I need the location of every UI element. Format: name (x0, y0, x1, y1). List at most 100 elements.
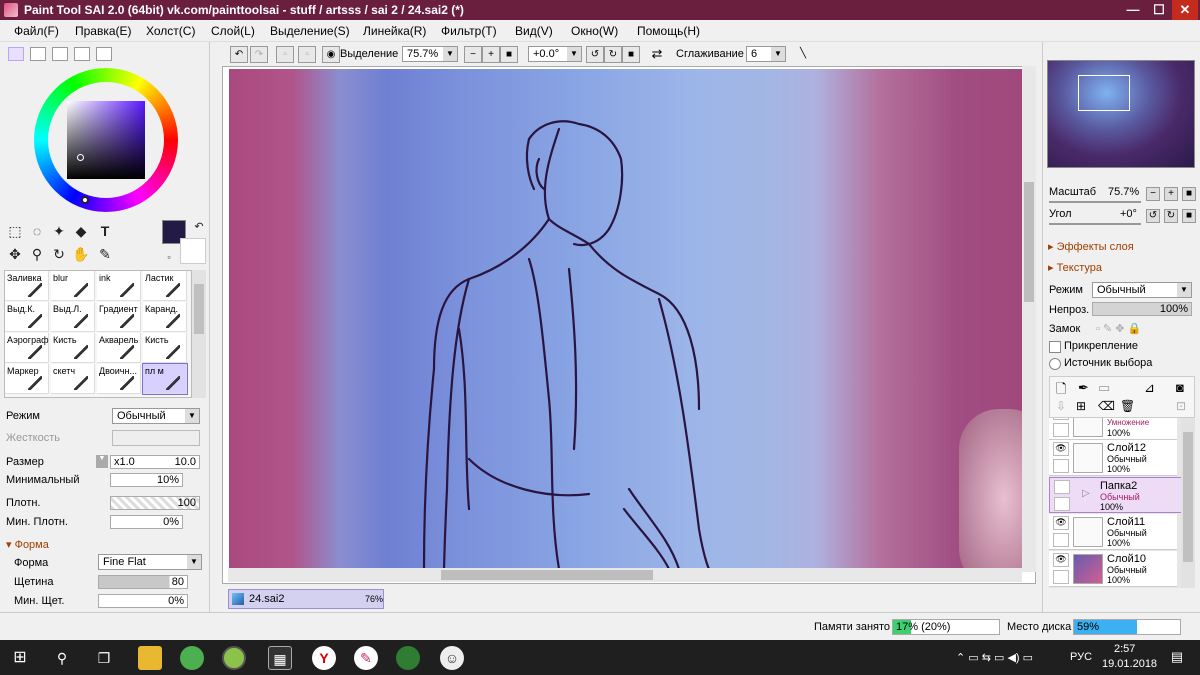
zoom-out-icon[interactable]: − (464, 46, 482, 63)
layer-item[interactable]: 👁 Слой10 Обычный 100% (1049, 551, 1177, 587)
nav-zoom-slider[interactable] (1049, 201, 1141, 203)
layer-mode-select[interactable]: Обычный ▼ (1092, 282, 1192, 298)
scrollbar-thumb[interactable] (1183, 432, 1193, 562)
min-bristle-field[interactable]: 0% (98, 594, 188, 608)
layer-lock-toggle[interactable] (1053, 459, 1069, 473)
zoom-icon[interactable]: ⚲ (28, 245, 46, 263)
clock-time[interactable]: 2:57 (1114, 643, 1135, 655)
nav-rotate-reset-icon[interactable]: ■ (1182, 209, 1196, 223)
rotate-reset-icon[interactable]: ■ (622, 46, 640, 63)
min-density-field[interactable]: 0% (110, 515, 183, 529)
menu-selection[interactable]: Выделение(S) (270, 24, 350, 38)
brush-slot[interactable]: Двоичн... (97, 364, 141, 394)
selection-source-radio[interactable] (1049, 358, 1061, 370)
menu-canvas[interactable]: Холст(C) (146, 24, 195, 38)
brush-slot[interactable]: Каранд. (143, 302, 187, 332)
visibility-toggle[interactable] (1054, 480, 1070, 494)
vertical-scrollbar[interactable] (1022, 66, 1036, 572)
brush-slot[interactable]: Ластик (143, 271, 187, 301)
layer-mask-icon[interactable]: ⊡ (1176, 399, 1186, 413)
canvas-area[interactable] (222, 66, 1036, 584)
eyedropper-icon[interactable]: ✎ (96, 245, 114, 263)
scratchpad-tab-icon[interactable] (96, 47, 112, 61)
layer-item[interactable]: 👁 Слой12 Обычный 100% (1049, 440, 1177, 476)
menu-file[interactable]: Файл(F) (14, 24, 59, 38)
menu-help[interactable]: Помощь(H) (637, 24, 700, 38)
minimize-button[interactable]: — (1120, 0, 1146, 20)
file-explorer-icon[interactable] (138, 646, 162, 670)
windows-start-icon[interactable]: ⊞ (8, 646, 32, 670)
brush-slot[interactable]: Аэрограф (5, 333, 49, 363)
yandex-browser-icon[interactable]: Y (312, 646, 336, 670)
close-button[interactable]: ✕ (1172, 0, 1198, 20)
lasso-icon[interactable]: ◌ (28, 222, 46, 240)
swatches-tab-icon[interactable] (74, 47, 90, 61)
brush-slot[interactable]: Градиент (97, 302, 141, 332)
search-icon[interactable]: ⚲ (50, 646, 74, 670)
notifications-icon[interactable]: ▤ (1166, 646, 1188, 668)
eye-icon[interactable]: 👁 (1053, 516, 1069, 530)
menu-view[interactable]: Вид(V) (515, 24, 553, 38)
layer-lock-toggle[interactable] (1053, 423, 1069, 437)
task-view-icon[interactable]: ❐ (92, 646, 116, 670)
clear-layer-icon[interactable]: ⌫ (1098, 399, 1115, 413)
nav-zoom-out-icon[interactable]: − (1146, 187, 1160, 201)
size-dropdown-icon[interactable]: ▼ (96, 455, 108, 468)
layer-folder-item[interactable]: ▷ Папка2 Обычный 100% (1049, 477, 1195, 513)
shape-icon[interactable]: ◆ (72, 222, 90, 240)
app-icon[interactable] (222, 646, 246, 670)
flip-horizontal-icon[interactable]: ⇄ (648, 46, 666, 63)
eye-icon[interactable]: 👁 (1053, 442, 1069, 456)
brush-slot[interactable]: скетч (51, 364, 95, 394)
zoom-select[interactable]: 75.7% ▼ (402, 46, 458, 62)
hand-icon[interactable]: ✋ (72, 245, 90, 263)
angle-select[interactable]: +0.0° ▼ (528, 46, 582, 62)
hardness-selector[interactable] (112, 430, 200, 446)
lock-icons[interactable]: ▫ ✎ ✥ 🔒 (1096, 322, 1141, 335)
rotate-icon[interactable]: ↻ (50, 245, 68, 263)
scrollbar-thumb[interactable] (441, 570, 653, 580)
merge-down-icon[interactable]: ⊞ (1076, 399, 1086, 413)
zoom-in-icon[interactable]: + (482, 46, 500, 63)
size-field[interactable]: x1.0 10.0 (110, 455, 200, 469)
brush-slot[interactable]: Заливка (5, 271, 49, 301)
brush-slot[interactable]: ink (97, 271, 141, 301)
color-wheel-tab-icon[interactable] (8, 47, 24, 61)
opacity-field[interactable]: 100% (1092, 302, 1192, 316)
menu-filter[interactable]: Фильтр(T) (441, 24, 497, 38)
pen-icon[interactable] (1054, 497, 1070, 511)
navigator-viewport[interactable] (1078, 75, 1130, 111)
brush-slot[interactable]: Акварель (97, 333, 141, 363)
delete-layer-icon[interactable]: 🗑 (1120, 399, 1135, 413)
brush-slot[interactable]: blur (51, 271, 95, 301)
zoom-reset-icon[interactable]: ■ (500, 46, 518, 63)
brush-palette-scrollbar[interactable] (192, 270, 206, 398)
new-folder-icon[interactable]: ▭ (1098, 380, 1110, 396)
invert-selection-icon[interactable]: ▫ (298, 46, 316, 63)
artwork-canvas[interactable] (229, 69, 1023, 569)
move-icon[interactable]: ✥ (6, 245, 24, 263)
visibility-toggle[interactable] (1053, 418, 1069, 420)
menu-ruler[interactable]: Линейка(R) (363, 24, 426, 38)
horizontal-scrollbar[interactable] (228, 568, 1022, 582)
brush-slot[interactable]: Кисть (51, 333, 95, 363)
shape-select[interactable]: Fine Flat ▼ (98, 554, 202, 570)
density-field[interactable]: 100 (110, 496, 200, 510)
text-tool-icon[interactable]: T (96, 222, 114, 240)
layer-lock-toggle[interactable] (1053, 533, 1069, 547)
layer-item[interactable]: Умножение 100% (1049, 418, 1177, 440)
saturation-value-square[interactable] (67, 101, 145, 179)
rotate-ccw-icon[interactable]: ↺ (586, 46, 604, 63)
layer-lock-toggle[interactable] (1053, 570, 1069, 584)
scrollbar-thumb[interactable] (194, 284, 204, 334)
undo-icon[interactable]: ↶ (230, 46, 248, 63)
ruler-icon[interactable]: ╲ (794, 46, 812, 63)
eye-icon[interactable]: 👁 (1053, 553, 1069, 567)
secondary-color-swatch[interactable] (180, 238, 206, 264)
brush-slot[interactable]: Выд.Л. (51, 302, 95, 332)
transform-icon[interactable]: ⊿ (1144, 380, 1155, 396)
rect-select-icon[interactable]: ⬚ (6, 222, 24, 240)
brush-slot[interactable]: Кисть (143, 333, 187, 363)
paint-tool-sai-icon[interactable]: ✎ (354, 646, 378, 670)
menu-edit[interactable]: Правка(E) (75, 24, 132, 38)
